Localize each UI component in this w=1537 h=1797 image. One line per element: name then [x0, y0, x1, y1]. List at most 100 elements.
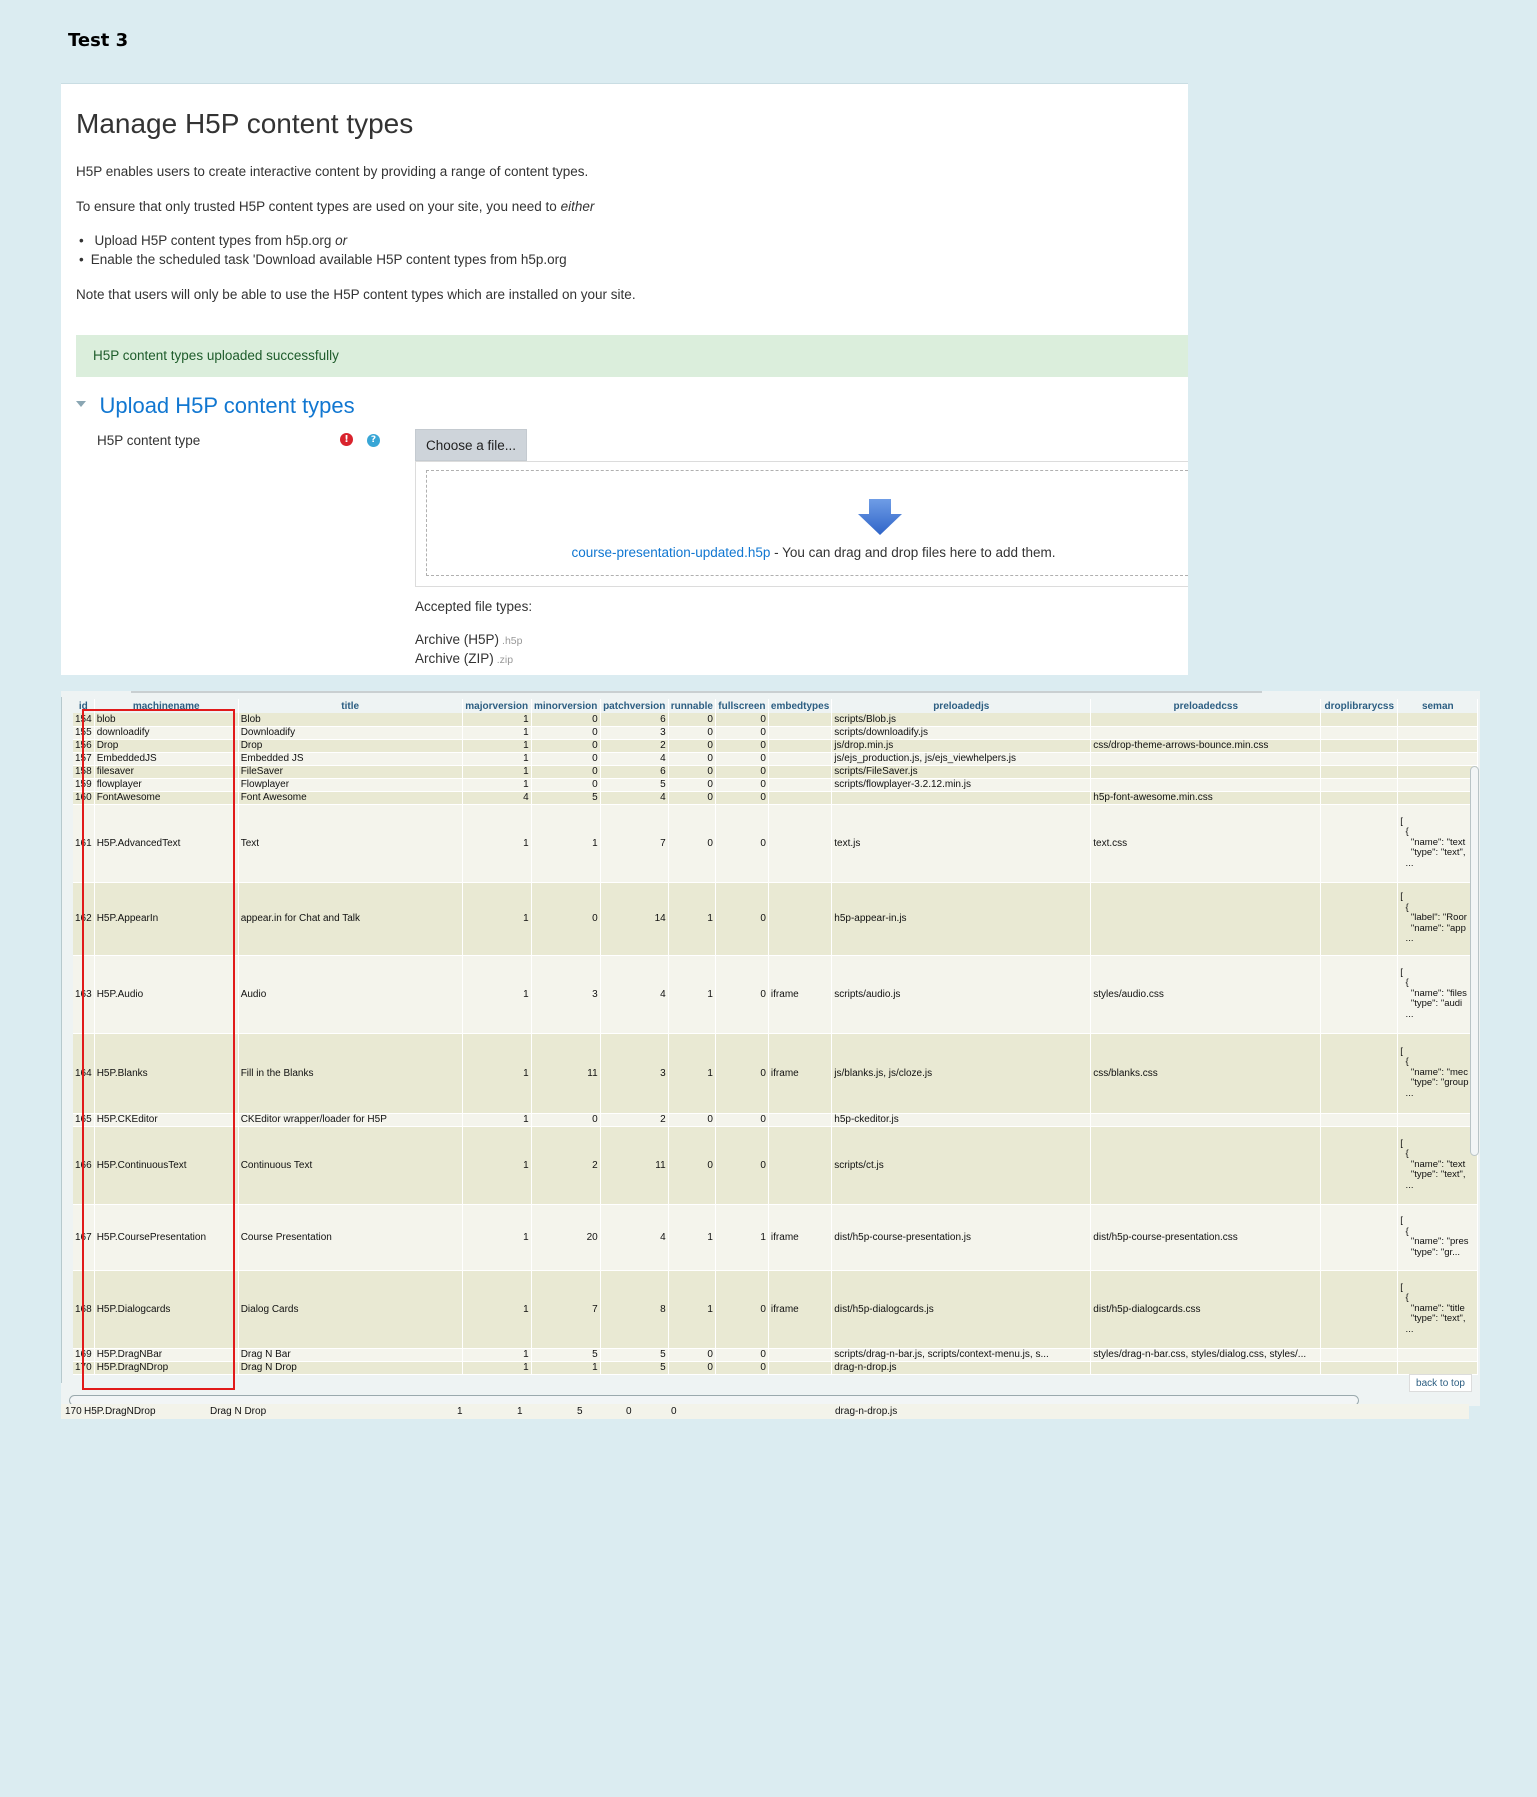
table-cell: 1 [462, 1361, 532, 1375]
table-cell: 1 [715, 1204, 769, 1271]
table-cell [1090, 882, 1322, 956]
vertical-scrollbar[interactable] [1470, 766, 1479, 1156]
table-row: 168 H5P.Dialogcards Dialog Cards 1 7 8 1 0 ifram… [73, 1270, 1479, 1349]
bullet-upload-text: Upload H5P content types from h5p.org [94, 233, 332, 248]
table-cell [1397, 778, 1479, 792]
table-cell: 20 [531, 1204, 601, 1271]
table-cell: Drag N Bar [238, 1348, 463, 1362]
table-cell: 0 [668, 791, 716, 805]
column-header[interactable]: minorversion [531, 699, 601, 713]
help-icon[interactable]: ? [367, 434, 380, 447]
column-header[interactable]: preloadedcss [1090, 699, 1322, 713]
table-cell: 0 [531, 778, 601, 792]
column-header[interactable]: embedtypes [768, 699, 833, 713]
table-cell: [ { "label": "Roor "name": "app ... [1397, 882, 1479, 956]
collapse-caret-icon[interactable] [76, 401, 86, 407]
back-to-top-link[interactable]: back to top [1409, 1374, 1472, 1392]
column-header[interactable]: droplibrarycss [1320, 699, 1399, 713]
table-cell: 5 [600, 778, 669, 792]
file-type-h5p: Archive (H5P) .h5p [415, 632, 522, 647]
column-header[interactable]: majorversion [462, 699, 532, 713]
table-cell: 0 [668, 765, 716, 779]
column-header[interactable]: preloadedjs [831, 699, 1092, 713]
table-cell: [ { "name": "text "type": "text", ... [1397, 804, 1479, 883]
choose-file-button[interactable]: Choose a file... [415, 429, 527, 461]
table-cell: 0 [668, 1348, 716, 1362]
table-cell: flowplayer [94, 778, 239, 792]
table-cell: 158 [73, 765, 95, 779]
table-cell: 0 [668, 752, 716, 766]
column-header[interactable]: id [73, 699, 95, 713]
table-cell: 1 [462, 1033, 532, 1114]
table-row: 165 H5P.CKEditor CKEditor wrapper/loader f… [73, 1113, 1479, 1127]
drop-zone[interactable]: course-presentation-updated.h5p - You ca… [426, 470, 1188, 576]
column-header[interactable]: fullscreen [715, 699, 769, 713]
column-header[interactable]: seman [1397, 699, 1479, 713]
column-header[interactable]: patchversion [600, 699, 669, 713]
table-cell: 1 [517, 1406, 523, 1417]
table-cell: scripts/FileSaver.js [831, 765, 1092, 779]
column-header[interactable]: runnable [668, 699, 716, 713]
table-cell: 4 [462, 791, 532, 805]
table-cell [1320, 804, 1399, 883]
table-cell: 163 [73, 955, 95, 1034]
table-cell: 1 [462, 1113, 532, 1127]
success-alert: H5P content types uploaded successfully [76, 335, 1188, 377]
table-cell: dist/h5p-course-presentation.js [831, 1204, 1092, 1271]
file-type-ext: .h5p [502, 635, 523, 647]
table-cell [1397, 1348, 1479, 1362]
table-cell: Drag N Drop [210, 1406, 267, 1417]
column-header[interactable]: machinename [94, 699, 239, 713]
table-cell: dist/h5p-course-presentation.css [1090, 1204, 1322, 1271]
table-cell: 5 [600, 1348, 669, 1362]
table-cell: 1 [531, 804, 601, 883]
table-cell [1090, 778, 1322, 792]
table-cell: 1 [668, 1270, 716, 1349]
table-cell: scripts/audio.js [831, 955, 1092, 1034]
table-cell: 6 [600, 765, 669, 779]
table-cell: 166 [73, 1126, 95, 1205]
divider [131, 691, 1262, 693]
section-title[interactable]: Upload H5P content types [99, 393, 354, 418]
table-cell: Audio [238, 955, 463, 1034]
table-cell: 0 [668, 778, 716, 792]
table-cell: 7 [531, 1270, 601, 1349]
trusted-text-emphasis: either [560, 199, 595, 214]
accepted-types-label: Accepted file types: [415, 599, 533, 614]
table-cell: 4 [600, 752, 669, 766]
table-cell: 0 [668, 713, 716, 727]
table-cell: H5P.Dialogcards [94, 1270, 239, 1349]
table-cell [768, 1361, 833, 1375]
table-cell: downloadify [94, 726, 239, 740]
table-cell: 1 [668, 955, 716, 1034]
table-cell: 0 [531, 882, 601, 956]
required-icon: ! [340, 433, 353, 446]
table-row: 162 H5P.AppearIn appear.in for Chat and Ta… [73, 882, 1479, 956]
column-header[interactable]: title [238, 699, 463, 713]
table-cell: 0 [715, 765, 769, 779]
table-cell: H5P.DragNBar [94, 1348, 239, 1362]
table-cell [1397, 765, 1479, 779]
table-cell: 1 [668, 882, 716, 956]
table-cell [1320, 1113, 1399, 1127]
table-cell [1320, 1033, 1399, 1114]
table-cell [1090, 1113, 1322, 1127]
table-cell [1320, 882, 1399, 956]
table-cell [1320, 791, 1399, 805]
table-cell: 3 [600, 1033, 669, 1114]
table-cell: H5P.DragNDrop [94, 1361, 239, 1375]
table-cell: 5 [531, 791, 601, 805]
table-cell: 1 [462, 713, 532, 727]
table-cell: 1 [462, 1126, 532, 1205]
table-cell: 170 [73, 1361, 95, 1375]
table-cell [1090, 726, 1322, 740]
table-row: 154 blob Blob 1 0 6 0 0 scripts/Blob.js [73, 713, 1479, 727]
table-cell: [ { "name": "files "type": "audi ... [1397, 955, 1479, 1034]
table-cell: CKEditor wrapper/loader for H5P [238, 1113, 463, 1127]
table-cell [1320, 1204, 1399, 1271]
table-cell [1397, 791, 1479, 805]
table-cell: 0 [668, 804, 716, 883]
uploaded-file-link[interactable]: course-presentation-updated.h5p [571, 545, 770, 560]
table-cell [768, 1113, 833, 1127]
section-header[interactable]: Upload H5P content types [76, 393, 355, 419]
